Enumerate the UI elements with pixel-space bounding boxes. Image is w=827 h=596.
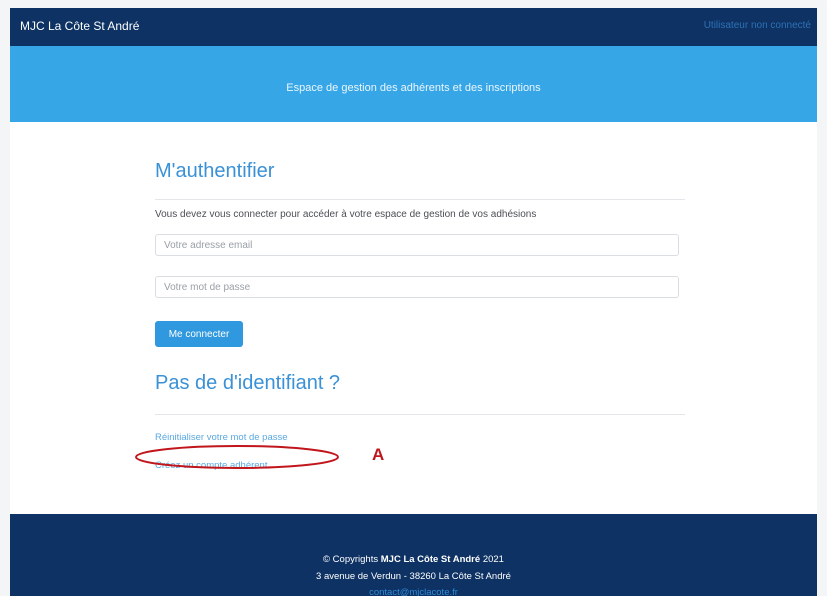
page-frame: MJC La Côte St André Utilisateur non con…	[10, 8, 817, 596]
annotation-ellipse	[135, 445, 339, 469]
footer-copyright-prefix: © Copyrights	[323, 554, 379, 565]
page-footer: © Copyrights MJC La Côte St André 2021 3…	[10, 514, 817, 596]
top-navbar: MJC La Côte St André Utilisateur non con…	[10, 8, 817, 46]
hero-subtitle: Espace de gestion des adhérents et des i…	[286, 82, 541, 94]
login-title: M'authentifier	[155, 160, 275, 182]
login-intro-text: Vous devez vous connecter pour accéder à…	[155, 209, 537, 220]
footer-address: 3 avenue de Verdun - 38260 La Côte St An…	[316, 571, 511, 582]
footer-copyright: © Copyrights MJC La Côte St André 2021	[10, 554, 817, 565]
no-account-title: Pas de d'identifiant ?	[155, 372, 341, 394]
section-divider	[155, 414, 685, 415]
annotation-letter: A	[372, 445, 385, 464]
brand-link[interactable]: MJC La Côte St André	[20, 19, 139, 33]
footer-year: 2021	[482, 554, 504, 565]
password-input[interactable]	[155, 276, 679, 298]
reset-password-link[interactable]: Réinitialiser votre mot de passe	[155, 432, 288, 443]
email-input[interactable]	[155, 234, 679, 256]
footer-org-name: MJC La Côte St André	[380, 554, 481, 565]
login-button[interactable]: Me connecter	[155, 321, 243, 347]
user-status-link[interactable]: Utilisateur non connecté	[704, 20, 811, 31]
hero-banner: Espace de gestion des adhérents et des i…	[10, 46, 817, 122]
title-divider	[155, 199, 685, 200]
footer-email-link[interactable]: contact@mjclacote.fr	[10, 587, 817, 596]
